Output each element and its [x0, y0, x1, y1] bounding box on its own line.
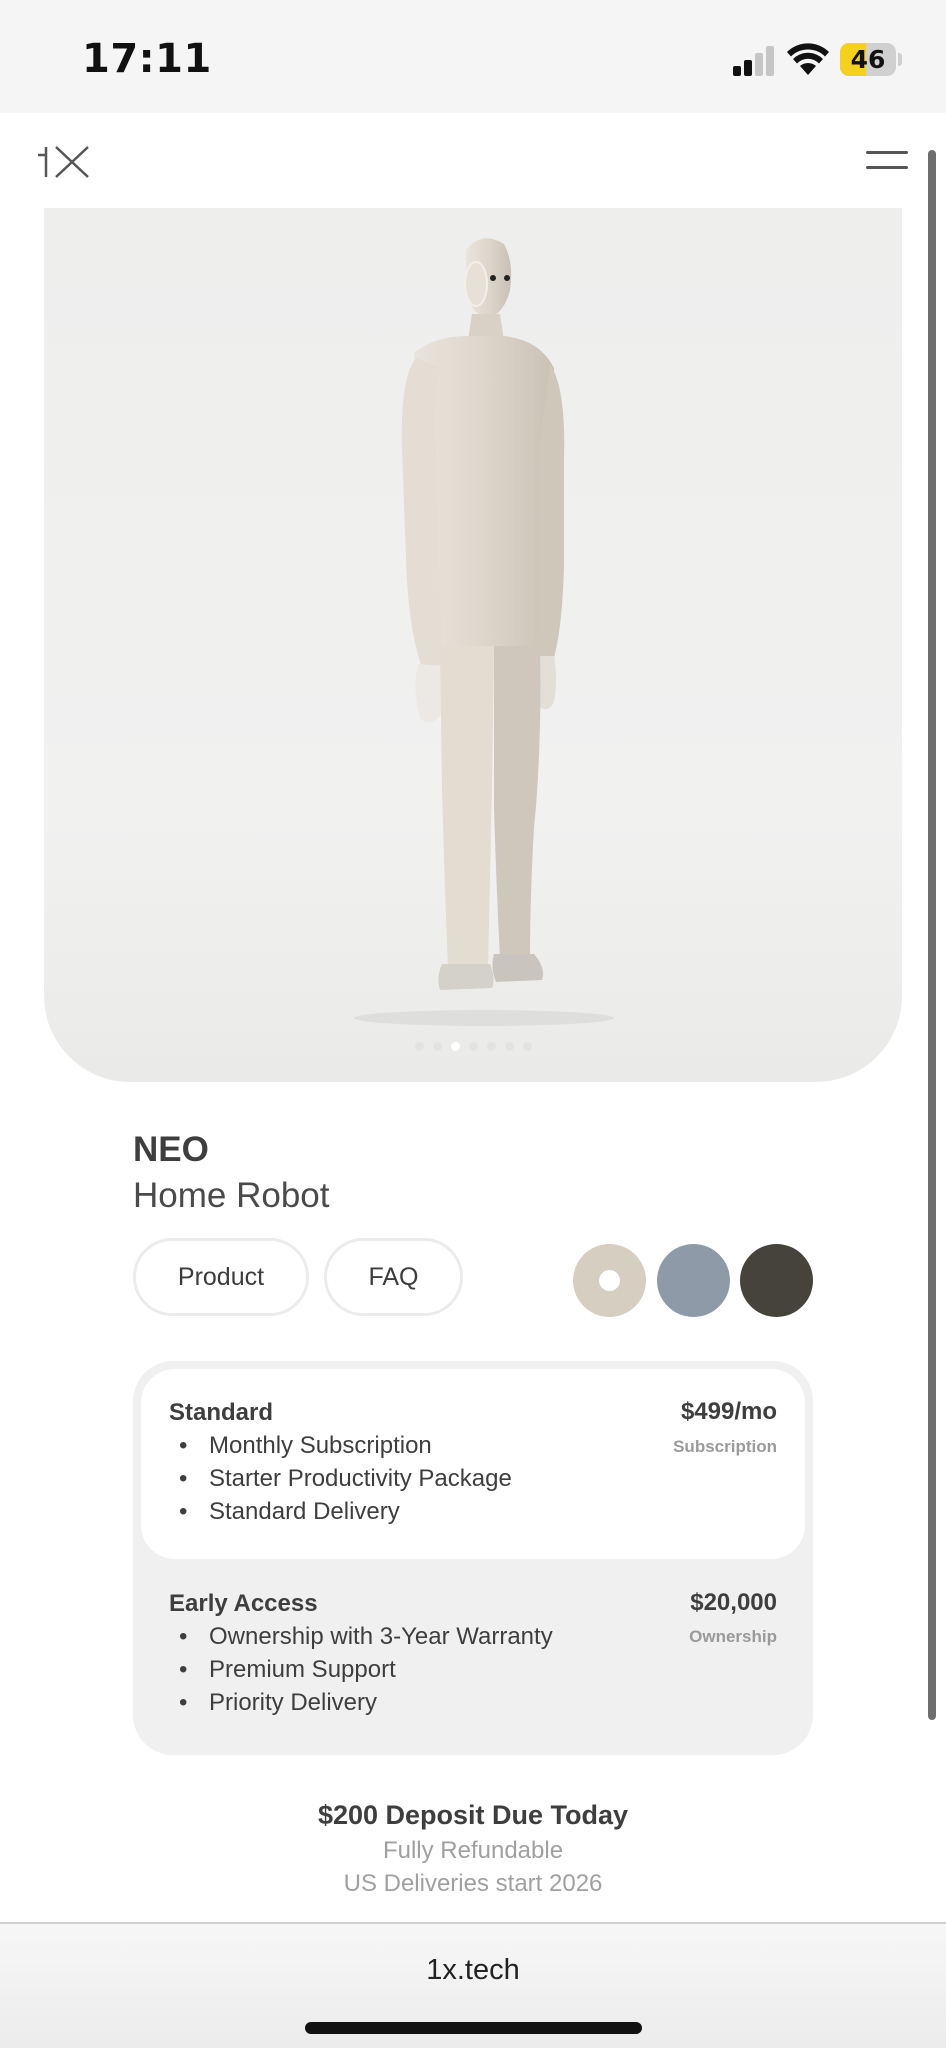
plan-feature: Starter Productivity Package — [169, 1462, 512, 1495]
faq-tab-button[interactable]: FAQ — [324, 1238, 463, 1316]
plan-price: $20,000 — [690, 1589, 777, 1616]
plan-price: $499/mo — [680, 1398, 777, 1425]
status-bar: 17:11 46 — [0, 0, 946, 113]
deposit-delivery-note: US Deliveries start 2026 — [343, 1870, 603, 1897]
product-hero-image[interactable] — [44, 208, 902, 1082]
1x-logo-icon[interactable] — [36, 143, 90, 179]
robot-image — [354, 238, 614, 1026]
color-swatch-dark[interactable] — [740, 1244, 813, 1317]
deposit-headline: $200 Deposit Due Today — [317, 1800, 629, 1830]
carousel-dots[interactable] — [44, 1042, 902, 1054]
plan-feature-list: Ownership with 3-Year Warranty Premium S… — [169, 1620, 553, 1719]
carousel-dot[interactable] — [504, 1042, 514, 1051]
status-time: 17:11 — [82, 36, 212, 82]
product-tagline: Home Robot — [133, 1176, 330, 1215]
site-header — [0, 113, 946, 208]
plan-note: Ownership — [689, 1627, 777, 1646]
color-swatch-beige[interactable] — [573, 1244, 646, 1317]
home-indicator[interactable] — [305, 2022, 642, 2034]
page-scrollbar[interactable] — [928, 150, 936, 1720]
battery-level: 46 — [850, 45, 886, 74]
url-text[interactable]: 1x.tech — [0, 1954, 946, 1987]
color-swatch-blue-grey[interactable] — [657, 1244, 730, 1317]
browser-url-bar[interactable]: 1x.tech — [0, 1922, 946, 2048]
product-name: NEO — [133, 1130, 209, 1169]
plan-note: Subscription — [673, 1437, 777, 1456]
carousel-dot[interactable] — [486, 1042, 496, 1051]
carousel-dot[interactable] — [450, 1042, 460, 1051]
plan-name: Early Access — [169, 1590, 318, 1617]
product-tab-button[interactable]: Product — [133, 1238, 309, 1316]
plan-feature: Ownership with 3-Year Warranty — [169, 1620, 553, 1653]
plan-feature: Priority Delivery — [169, 1686, 553, 1719]
hamburger-menu-icon[interactable] — [862, 149, 910, 173]
plan-selector: Standard $499/mo Subscription Monthly Su… — [133, 1361, 813, 1755]
signal-icon — [733, 44, 775, 76]
carousel-dot[interactable] — [414, 1042, 424, 1051]
plan-feature: Premium Support — [169, 1653, 553, 1686]
carousel-dot[interactable] — [432, 1042, 442, 1051]
battery-icon: 46 — [840, 43, 896, 76]
carousel-dot[interactable] — [522, 1042, 532, 1051]
plan-feature: Monthly Subscription — [169, 1429, 512, 1462]
wifi-icon — [787, 43, 829, 75]
battery-nub — [898, 53, 902, 66]
plan-feature-list: Monthly Subscription Starter Productivit… — [169, 1429, 512, 1528]
plan-name: Standard — [169, 1399, 274, 1426]
deposit-refund-note: Fully Refundable — [382, 1837, 564, 1864]
plan-feature: Standard Delivery — [169, 1495, 512, 1528]
carousel-dot[interactable] — [468, 1042, 478, 1051]
